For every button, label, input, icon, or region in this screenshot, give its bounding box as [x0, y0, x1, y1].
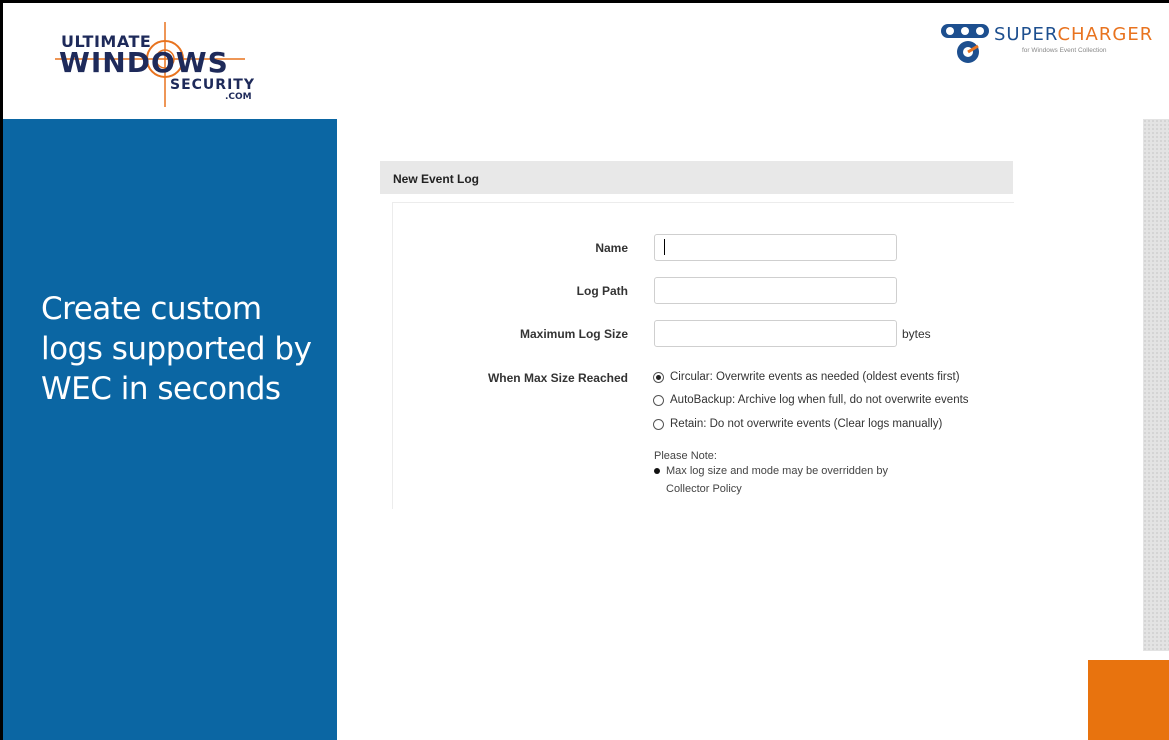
supercharger-tagline: for Windows Event Collection — [1022, 47, 1107, 54]
radio-option-retain[interactable]: Retain: Do not overwrite events (Clear l… — [653, 416, 942, 432]
radio-circular[interactable] — [653, 371, 664, 383]
logo-text-security: SECURITY — [170, 77, 255, 93]
bytes-unit: bytes — [902, 327, 931, 341]
ultimate-windows-security-logo: ULTIMATE WINDOWS SECURITY .COM — [55, 22, 295, 112]
supercharger-logo: SUPERCHARGER for Windows Event Collectio… — [938, 20, 1169, 72]
form-title: New Event Log — [393, 172, 480, 186]
radio-option-circular[interactable]: Circular: Overwrite events as needed (ol… — [653, 369, 960, 385]
bullet-icon — [654, 468, 660, 474]
log-path-label: Log Path — [576, 284, 628, 298]
right-dotted-strip — [1143, 119, 1169, 651]
radio-label-circular: Circular: Overwrite events as needed (ol… — [670, 371, 960, 383]
max-log-size-label: Maximum Log Size — [519, 327, 628, 341]
note-line-1: Max log size and mode may be overridden … — [666, 465, 888, 477]
logo-text-com: .COM — [225, 92, 252, 102]
form-header: New Event Log — [380, 161, 1013, 194]
radio-option-autobackup[interactable]: AutoBackup: Archive log when full, do no… — [653, 392, 969, 408]
supercharger-gear-icon — [941, 24, 989, 63]
name-label: Name — [595, 241, 628, 255]
max-log-size-input[interactable] — [654, 320, 897, 347]
slide-title: Create custom logs supported by WEC in s… — [41, 291, 312, 407]
logo-text-windows: WINDOWS — [59, 46, 229, 79]
radio-label-retain: Retain: Do not overwrite events (Clear l… — [670, 418, 943, 430]
radio-autobackup[interactable] — [653, 394, 664, 406]
orange-accent-box — [1088, 660, 1169, 740]
text-cursor — [664, 239, 665, 255]
name-input[interactable] — [654, 234, 897, 261]
radio-retain[interactable] — [653, 418, 664, 430]
log-path-input[interactable] — [654, 277, 897, 304]
when-max-size-label: When Max Size Reached — [487, 371, 628, 385]
radio-label-autobackup: AutoBackup: Archive log when full, do no… — [670, 394, 969, 406]
side-panel: Create custom logs supported by WEC in s… — [3, 119, 337, 740]
note-line-2: Collector Policy — [666, 483, 742, 495]
supercharger-wordmark: SUPERCHARGER — [994, 24, 1154, 45]
note-title: Please Note: — [654, 450, 717, 462]
